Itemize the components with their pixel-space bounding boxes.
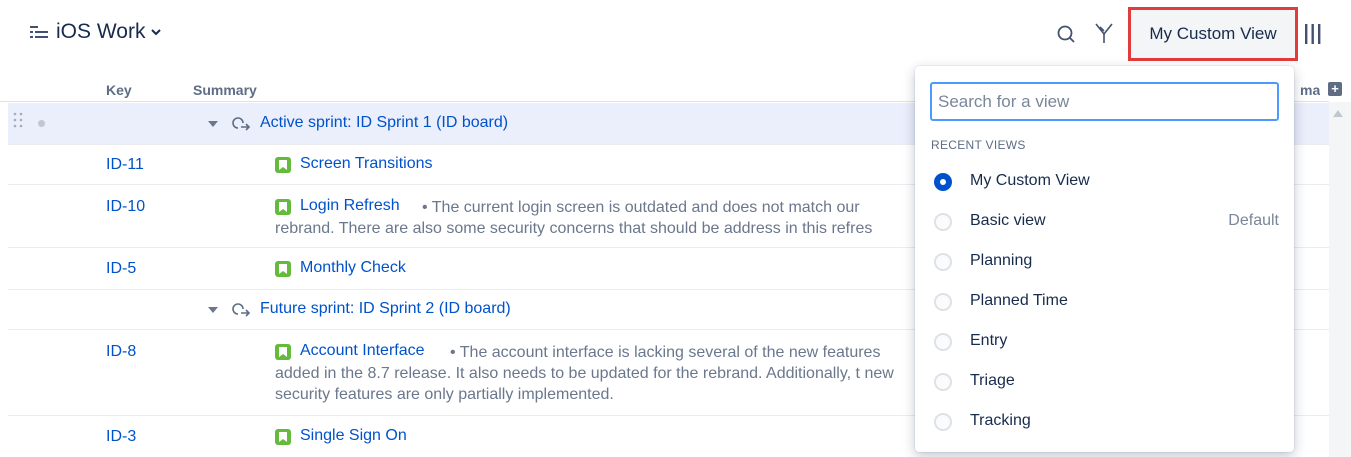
- view-option-label: Triage: [970, 372, 1015, 389]
- view-option-basic-view[interactable]: Basic view Default: [915, 203, 1294, 243]
- view-option-label: Planning: [970, 252, 1033, 269]
- issue-key[interactable]: ID-8: [106, 343, 136, 361]
- scroll-up-icon[interactable]: [1333, 110, 1343, 117]
- view-option-label: Entry: [970, 332, 1008, 349]
- view-option-triage[interactable]: Triage: [915, 363, 1294, 403]
- view-option-label: Basic view: [970, 212, 1046, 229]
- structure-title-menu[interactable]: iOS Work: [56, 20, 162, 44]
- sprint-group-title[interactable]: Active sprint: ID Sprint 1 (ID board): [260, 114, 508, 132]
- view-option-planned-time[interactable]: Planned Time: [915, 283, 1294, 323]
- issue-key[interactable]: ID-5: [106, 260, 136, 278]
- issue-key[interactable]: ID-11: [106, 156, 144, 174]
- radio-icon[interactable]: [934, 373, 952, 391]
- radio-icon[interactable]: [934, 213, 952, 231]
- view-selector-button[interactable]: My Custom View: [1128, 7, 1298, 61]
- columns-icon[interactable]: [1303, 22, 1323, 46]
- view-option-label: My Custom View: [970, 172, 1090, 189]
- expand-caret-icon[interactable]: [208, 307, 218, 313]
- issue-key[interactable]: ID-10: [106, 198, 145, 216]
- issue-summary[interactable]: Monthly Check: [300, 259, 406, 277]
- chevron-down-icon: [151, 29, 162, 36]
- issue-summary[interactable]: Single Sign On: [300, 427, 407, 445]
- description-text: The account interface is lacking several…: [275, 344, 894, 403]
- sprint-icon: [232, 303, 251, 317]
- sprint-group-title[interactable]: Future sprint: ID Sprint 2 (ID board): [260, 300, 511, 318]
- recent-views-heading: RECENT VIEWS: [931, 138, 1026, 152]
- radio-icon[interactable]: [934, 253, 952, 271]
- header: iOS Work My Custom View: [0, 0, 1351, 70]
- sprint-icon: [232, 117, 251, 131]
- filter-icon[interactable]: [1093, 21, 1115, 45]
- view-option-planning[interactable]: Planning: [915, 243, 1294, 283]
- column-header-estimate[interactable]: mat: [1300, 82, 1320, 98]
- radio-icon[interactable]: [934, 333, 952, 351]
- structure-icon: [30, 26, 48, 38]
- search-icon[interactable]: [1055, 23, 1077, 45]
- radio-selected-icon[interactable]: [934, 173, 952, 191]
- story-icon: [275, 261, 291, 277]
- column-header-key[interactable]: Key: [106, 82, 132, 98]
- separator-dot: •: [422, 199, 432, 216]
- scrollbar[interactable]: [1329, 102, 1351, 457]
- view-selector-dropdown: RECENT VIEWS My Custom View Basic view D…: [915, 66, 1294, 452]
- row-status-dot: [38, 120, 45, 127]
- description-text: The current login screen is outdated and…: [275, 199, 873, 237]
- issue-summary[interactable]: Screen Transitions: [300, 155, 433, 173]
- drag-handle-icon[interactable]: [12, 111, 24, 133]
- radio-icon[interactable]: [934, 293, 952, 311]
- page-title: iOS Work: [56, 20, 146, 43]
- issue-description: • The current login screen is outdated a…: [275, 197, 915, 241]
- view-option-my-custom-view[interactable]: My Custom View: [915, 163, 1294, 203]
- view-option-label: Planned Time: [970, 292, 1068, 309]
- view-search-input[interactable]: [930, 82, 1279, 121]
- separator-dot: •: [450, 344, 460, 361]
- add-column-icon[interactable]: +: [1328, 82, 1342, 96]
- story-icon: [275, 157, 291, 173]
- view-option-tracking[interactable]: Tracking: [915, 403, 1294, 443]
- story-icon: [275, 429, 291, 445]
- radio-icon[interactable]: [934, 413, 952, 431]
- issue-description: • The account interface is lacking sever…: [275, 342, 915, 408]
- column-header-summary[interactable]: Summary: [193, 82, 257, 98]
- issue-key[interactable]: ID-3: [106, 428, 136, 446]
- view-option-entry[interactable]: Entry: [915, 323, 1294, 363]
- expand-caret-icon[interactable]: [208, 121, 218, 127]
- view-option-label: Tracking: [970, 412, 1031, 429]
- default-badge: Default: [1228, 212, 1279, 229]
